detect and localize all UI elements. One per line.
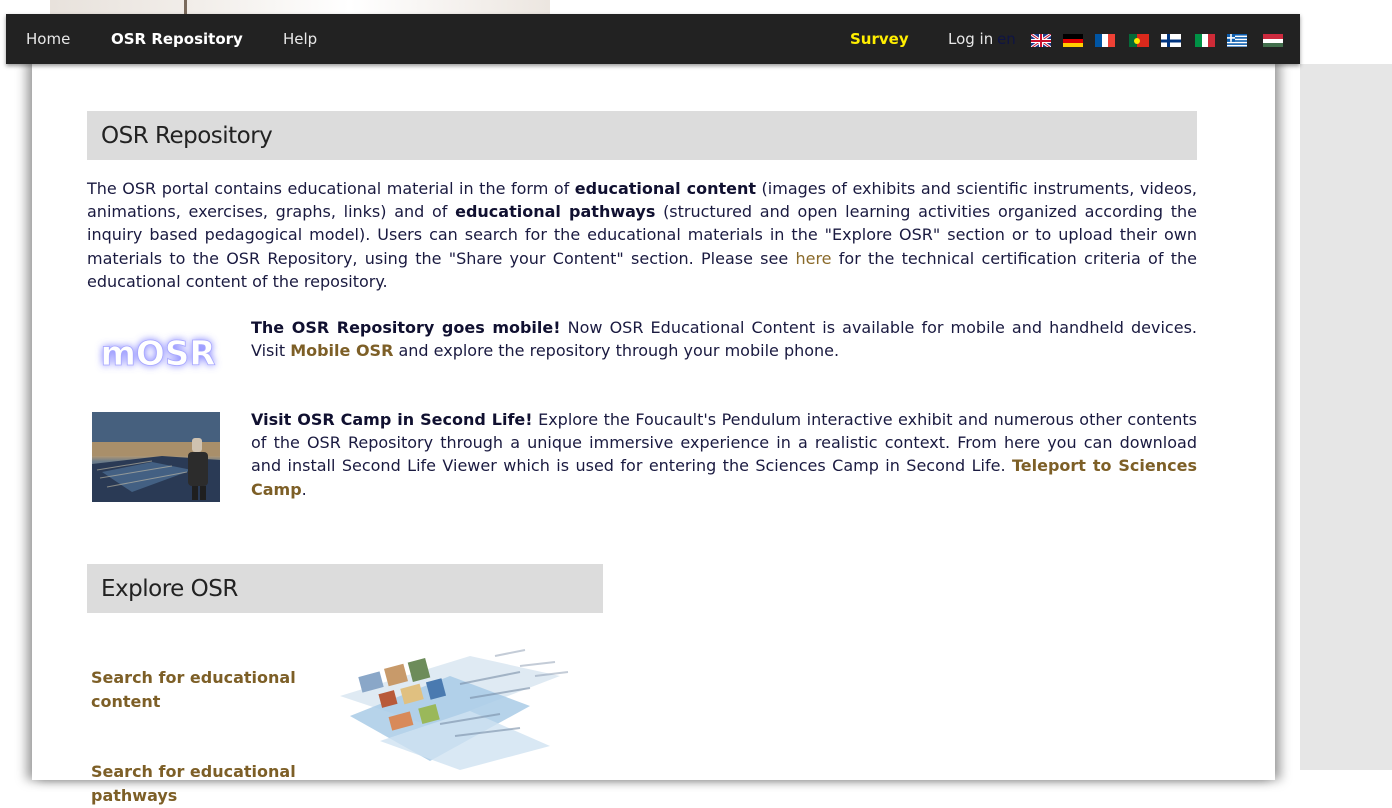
intro-bold-content: educational content — [574, 179, 757, 198]
mosr-logo-text: mOSR — [101, 334, 216, 374]
photo-detail — [184, 0, 187, 14]
greek-flag-icon[interactable] — [1227, 33, 1247, 47]
nav-repository-link[interactable]: OSR Repository — [111, 30, 243, 48]
finnish-flag-icon[interactable] — [1161, 33, 1181, 47]
intro-bold-pathways: educational pathways — [455, 202, 656, 222]
hungarian-flag-icon[interactable] — [1263, 33, 1283, 47]
mosr-logo[interactable]: mOSR mOSR — [88, 322, 228, 382]
mobile-promo-text: The OSR Repository goes mobile! Now OSR … — [251, 316, 1197, 362]
nav-help-link[interactable]: Help — [283, 30, 317, 48]
intro-text-1: The OSR portal contains educational mate… — [87, 179, 575, 198]
explore-section-header: Explore OSR — [87, 564, 603, 613]
right-gutter — [1300, 64, 1392, 770]
nav-home-link[interactable]: Home — [26, 30, 70, 48]
mobile-heading: The OSR Repository goes mobile! — [251, 318, 561, 337]
uk-flag-icon[interactable] — [1031, 33, 1051, 47]
second-life-camp-image[interactable] — [92, 412, 220, 502]
repository-section-title: OSR Repository — [101, 123, 273, 149]
repository-intro-text: The OSR portal contains educational mate… — [87, 177, 1197, 293]
french-flag-icon[interactable] — [1095, 33, 1115, 47]
mobile-osr-link[interactable]: Mobile OSR — [290, 341, 393, 360]
explore-section-title: Explore OSR — [101, 576, 238, 602]
search-pathways-link[interactable]: Search for educational pathways — [91, 760, 306, 808]
explore-collage-image[interactable] — [320, 636, 576, 770]
top-navbar: Home OSR Repository Help Survey Log in e… — [6, 14, 1300, 64]
portuguese-flag-icon[interactable] — [1129, 33, 1149, 47]
second-life-promo-text: Visit OSR Camp in Second Life! Explore t… — [251, 408, 1197, 501]
nav-login-link[interactable]: Log in — [948, 30, 993, 48]
certification-here-link[interactable]: here — [795, 249, 831, 268]
nav-survey-link[interactable]: Survey — [850, 30, 909, 48]
repository-section-header: OSR Repository — [87, 111, 1197, 160]
camp-heading: Visit OSR Camp in Second Life! — [251, 410, 533, 429]
current-language: en — [997, 30, 1016, 48]
camp-text-2: . — [301, 479, 307, 499]
search-content-link[interactable]: Search for educational content — [91, 666, 306, 714]
mobile-text-2: and explore the repository through your … — [393, 341, 840, 361]
german-flag-icon[interactable] — [1063, 33, 1083, 47]
italian-flag-icon[interactable] — [1195, 33, 1215, 47]
header-photo-strip — [50, 0, 550, 14]
